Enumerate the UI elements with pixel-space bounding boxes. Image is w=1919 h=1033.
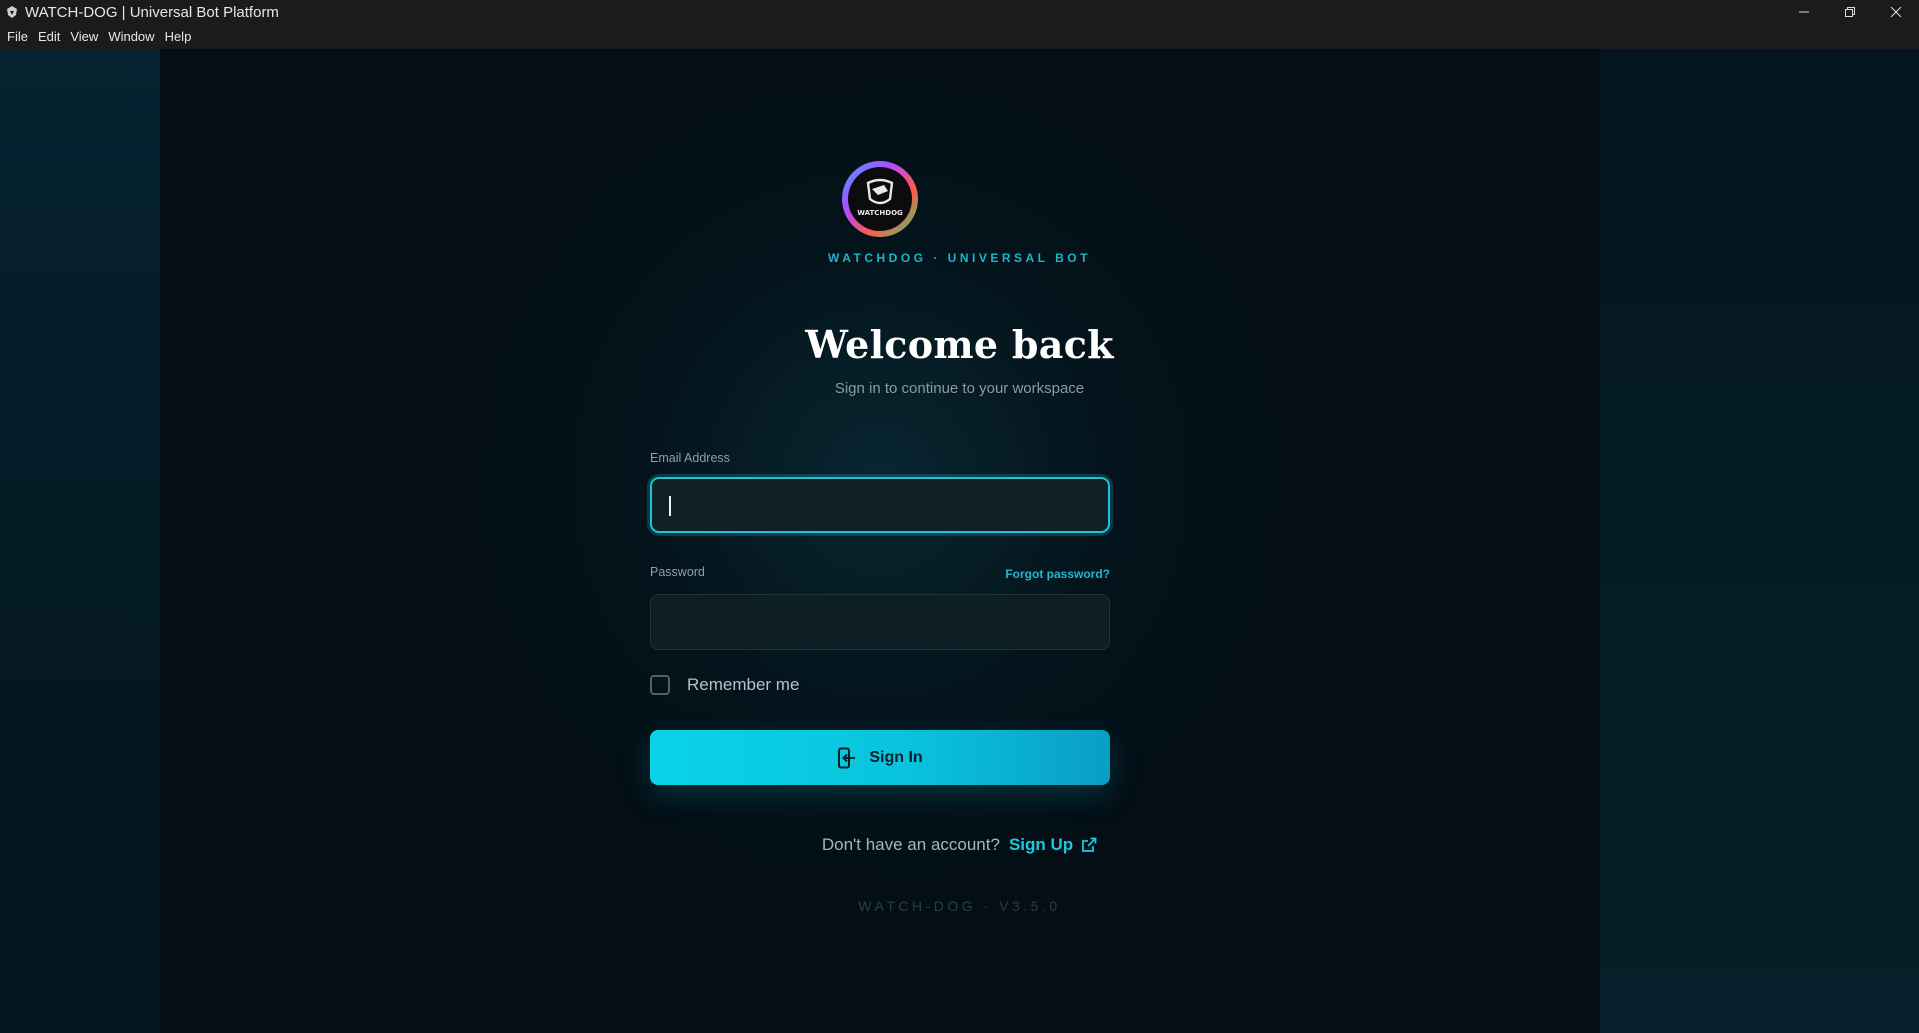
page-subtitle: Sign in to continue to your workspace [834, 380, 1085, 397]
sign-in-icon [837, 747, 857, 769]
remember-me-label[interactable]: Remember me [687, 675, 799, 695]
external-link-icon [1081, 837, 1097, 853]
remember-me-checkbox[interactable] [650, 675, 670, 695]
window-titlebar: WATCH-DOG | Universal Bot Platform [0, 0, 1919, 24]
sign-up-label: Sign Up [1008, 835, 1074, 854]
menu-file[interactable]: File [3, 29, 34, 44]
close-icon[interactable] [1873, 0, 1919, 24]
forgot-password-link[interactable]: Forgot password? [1005, 567, 1110, 581]
email-label: Email Address [650, 451, 730, 465]
window-title: WATCH-DOG | Universal Bot Platform [25, 3, 279, 21]
left-panel-background [0, 49, 160, 1033]
menubar: File Edit View Window Help [0, 24, 1919, 49]
app-content [0, 49, 1919, 1033]
password-label: Password [650, 565, 705, 579]
signup-row: Don't have an account? Sign Up [0, 835, 1919, 855]
sign-in-button[interactable]: Sign In [650, 730, 1110, 785]
email-field[interactable] [650, 477, 1110, 533]
brand-tagline: WATCHDOG · UNIVERSAL BOT [828, 251, 1091, 265]
remember-me-row[interactable]: Remember me [650, 674, 799, 696]
text-caret [669, 496, 671, 516]
menu-view[interactable]: View [66, 29, 104, 44]
watchdog-shield-logo: WATCHDOG [840, 159, 920, 239]
password-field[interactable] [650, 594, 1110, 650]
menu-help[interactable]: Help [161, 29, 198, 44]
signup-question: Don't have an account? [821, 835, 1000, 854]
menu-window[interactable]: Window [104, 29, 160, 44]
sign-up-link[interactable]: Sign Up [1009, 835, 1097, 855]
sign-in-label: Sign In [869, 748, 923, 766]
logo-wordmark: WATCHDOG [857, 209, 903, 217]
menu-edit[interactable]: Edit [34, 29, 66, 44]
window-controls [1781, 0, 1919, 24]
right-panel-background [1600, 49, 1919, 1033]
version-label: WATCH-DOG · V3.5.0 [858, 898, 1061, 914]
minimize-icon[interactable] [1781, 0, 1827, 24]
watchdog-app-icon [3, 3, 21, 21]
page-title: Welcome back [805, 322, 1114, 367]
restore-icon[interactable] [1827, 0, 1873, 24]
